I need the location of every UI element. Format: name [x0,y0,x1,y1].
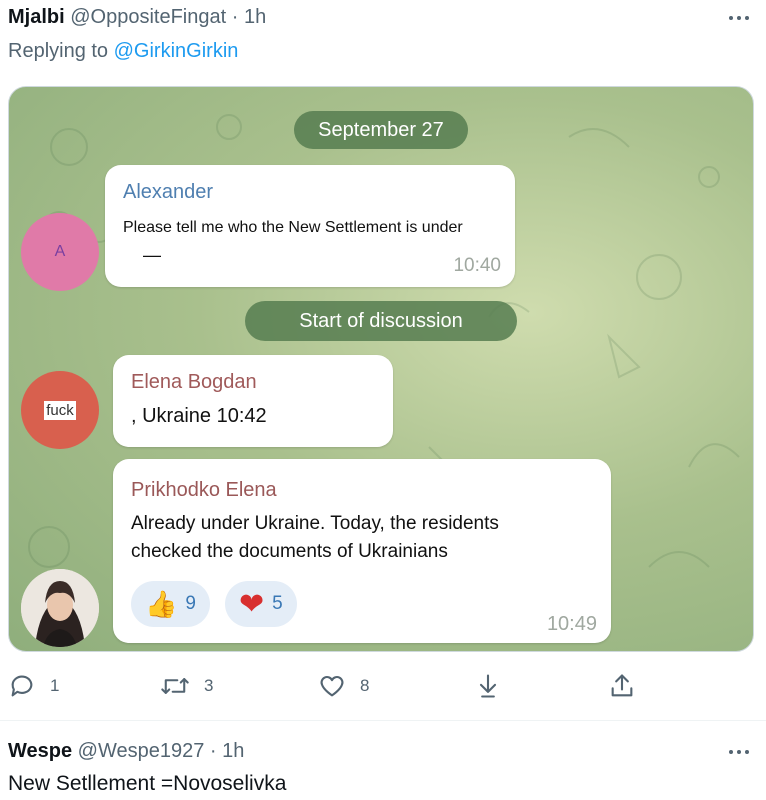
tweet-actions: 1 3 8 [0,672,766,706]
tweet-header: Wespe @Wespe1927 · 1h [8,740,244,763]
replying-to: Replying to @GirkinGirkin [8,40,238,63]
message-text-line2: — [143,245,161,265]
message-time: 10:40 [453,255,501,276]
avatar-elena-bogdan[interactable]: fuck [21,371,99,449]
avatar-letter: A [54,243,66,260]
discussion-pill: Start of discussion [245,301,517,341]
retweet-count: 3 [204,676,214,695]
heart-outline-icon [320,675,344,697]
date-pill: September 27 [294,111,468,149]
timestamp[interactable]: 1h [244,6,266,28]
retweet-button[interactable]: 3 [160,672,213,700]
tweet-media-image[interactable]: September 27 A Alexander Please tell me … [8,86,754,652]
like-button[interactable]: 8 [318,672,369,700]
message-bubble[interactable]: Elena Bogdan , Ukraine 10:42 [113,355,393,447]
message-text: , Ukraine 10:42 [131,405,267,428]
more-options-icon[interactable] [726,742,752,762]
bookmark-button[interactable] [474,672,502,700]
thumbs-up-icon: 👍 [145,588,178,619]
retweet-icon [161,678,189,694]
sender-name[interactable]: Prikhodko Elena [131,479,277,502]
timestamp[interactable]: 1h [222,740,244,762]
avatar-prikhodko-elena[interactable] [21,569,99,647]
message-text-body: , Ukraine [131,405,212,427]
reaction-count: 9 [185,593,196,614]
replying-to-mention[interactable]: @GirkinGirkin [114,40,239,62]
like-count: 8 [360,676,370,695]
share-icon [611,674,633,697]
message-text-line2: checked the documents of Ukrainians [131,541,448,562]
reply-icon [11,675,33,697]
reaction-heart[interactable]: ❤ 5 [225,581,297,627]
message-bubble[interactable]: Alexander Please tell me who the New Set… [105,165,515,287]
reaction-thumbs-up[interactable]: 👍 9 [131,581,210,627]
author-handle[interactable]: @OppositeFingat [70,6,226,28]
reply-button[interactable]: 1 [8,672,59,700]
download-arrow-icon [479,674,497,698]
tweet-text: New Setllement =Novoselivka [8,772,287,795]
tweet-header: Mjalbi @OppositeFingat · 1h [8,6,266,29]
replying-prefix: Replying to [8,40,109,62]
author-name[interactable]: Mjalbi [8,6,65,28]
sender-name[interactable]: Elena Bogdan [131,371,257,394]
message-bubble[interactable]: Prikhodko Elena Already under Ukraine. T… [113,459,611,643]
tweet-divider [0,720,766,721]
reaction-count: 5 [272,593,283,614]
message-time: 10:42 [216,405,267,427]
author-handle[interactable]: @Wespe1927 [78,740,205,762]
message-text: Please tell me who the New Settlement is… [123,219,463,236]
avatar-label: fuck [44,400,76,420]
avatar-alexander[interactable]: A [21,213,99,291]
heart-icon: ❤ [239,587,265,621]
sender-name[interactable]: Alexander [123,181,213,204]
author-name[interactable]: Wespe [8,740,72,762]
reply-count: 1 [50,676,60,695]
user-photo [21,569,99,647]
separator: · [209,740,217,762]
share-button[interactable] [608,672,636,700]
message-time: 10:49 [546,613,597,635]
message-text-line1: Already under Ukraine. Today, the reside… [131,513,499,534]
separator: · [231,6,239,28]
more-options-icon[interactable] [726,8,752,28]
